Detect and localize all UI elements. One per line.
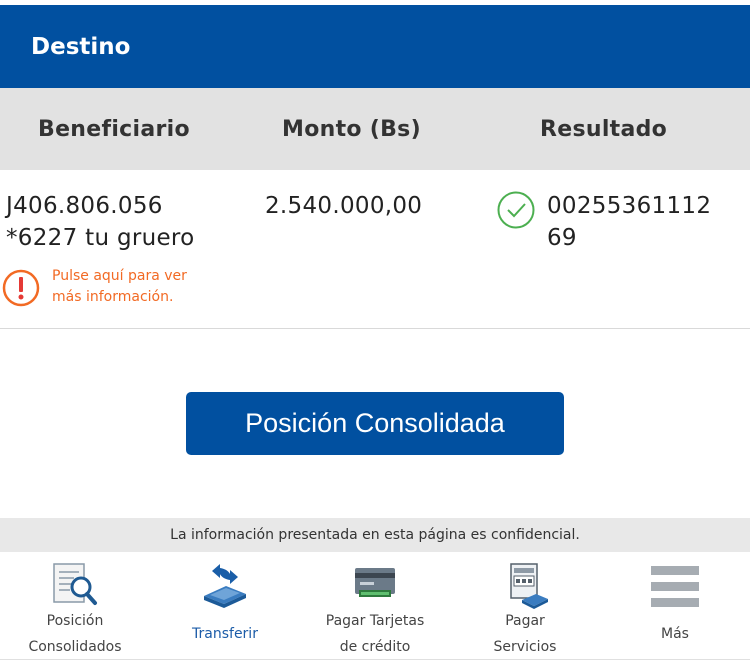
warning-icon[interactable] bbox=[1, 268, 41, 308]
page-title: Destino bbox=[31, 34, 131, 60]
table-row: J406.806.056 *6227 tu gruero Pulse aquí … bbox=[0, 170, 750, 329]
bill-payment-icon bbox=[510, 563, 548, 609]
posicion-consolidada-button[interactable]: Posición Consolidada bbox=[186, 392, 564, 455]
beneficiario-name: *6227 tu gruero bbox=[6, 225, 195, 251]
nav-item-transferir[interactable]: Transferir bbox=[150, 552, 300, 660]
reference-line1: 00255361112 bbox=[547, 193, 712, 219]
menu-icon bbox=[651, 566, 699, 607]
transfer-icon bbox=[204, 564, 246, 608]
nav-item-pagar-servicios[interactable]: Pagar Servicios bbox=[450, 552, 600, 660]
nav-label-line1: Pagar bbox=[505, 613, 545, 629]
nav-label-line2: Consolidados bbox=[28, 639, 122, 655]
beneficiario-cell: J406.806.056 *6227 tu gruero bbox=[6, 190, 195, 254]
reference-line2: 69 bbox=[547, 225, 577, 251]
resultado-cell: 00255361112 69 bbox=[547, 190, 711, 254]
beneficiario-id: J406.806.056 bbox=[6, 193, 163, 219]
more-info-line2[interactable]: más información. bbox=[52, 287, 187, 308]
column-header-monto: Monto (Bs) bbox=[282, 117, 421, 142]
nav-label: Más bbox=[661, 626, 689, 642]
bottom-nav: Posición Consolidados Transferir Pagar T… bbox=[0, 552, 750, 660]
confidential-notice: La información presentada en esta página… bbox=[0, 518, 750, 552]
check-circle-icon bbox=[497, 191, 535, 229]
column-header-resultado: Resultado bbox=[540, 117, 668, 142]
more-info-link[interactable]: Pulse aquí para ver más información. bbox=[52, 266, 187, 308]
column-header-beneficiario: Beneficiario bbox=[38, 117, 190, 142]
nav-item-mas[interactable]: Más bbox=[600, 552, 750, 660]
monto-cell: 2.540.000,00 bbox=[265, 193, 423, 219]
nav-label: Transferir bbox=[192, 626, 258, 642]
nav-item-pagar-tarjetas[interactable]: Pagar Tarjetas de crédito bbox=[300, 552, 450, 660]
table-header: Beneficiario Monto (Bs) Resultado bbox=[0, 88, 750, 170]
more-info-line1[interactable]: Pulse aquí para ver bbox=[52, 266, 187, 287]
nav-item-posicion-consolidados[interactable]: Posición Consolidados bbox=[0, 552, 150, 660]
search-document-icon bbox=[53, 563, 97, 605]
header-bar: Destino bbox=[0, 5, 750, 88]
nav-label-line1: Pagar Tarjetas bbox=[325, 613, 425, 629]
credit-card-icon bbox=[355, 568, 395, 597]
nav-label-line2: de crédito bbox=[339, 639, 411, 655]
nav-label-line1: Posición bbox=[46, 613, 104, 629]
nav-label-line2: Servicios bbox=[493, 639, 557, 655]
